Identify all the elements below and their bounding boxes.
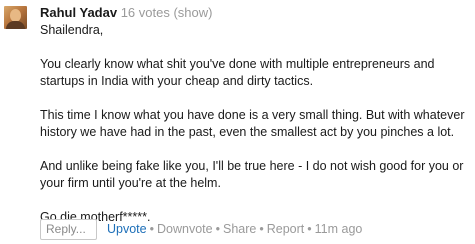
answer-header: Rahul Yadav 16 votes (show): [40, 5, 212, 21]
body-paragraph: And unlike being fake like you, I'll be …: [40, 159, 464, 190]
greeting: Shailendra,: [40, 23, 104, 37]
report-button[interactable]: Report: [267, 222, 305, 236]
downvote-button[interactable]: Downvote: [157, 222, 213, 236]
avatar-shoulders: [6, 21, 25, 29]
separator: •: [149, 222, 154, 236]
author-name[interactable]: Rahul Yadav: [40, 5, 117, 20]
separator: •: [307, 222, 312, 236]
author-avatar[interactable]: [4, 6, 27, 29]
vote-count[interactable]: 16 votes (show): [121, 5, 213, 20]
separator: •: [215, 222, 220, 236]
separator: •: [259, 222, 264, 236]
body-paragraph: You clearly know what shit you've done w…: [40, 57, 435, 88]
upvote-button[interactable]: Upvote: [107, 222, 147, 236]
action-bar: Reply... Upvote • Downvote • Share • Rep…: [40, 218, 362, 240]
reply-input[interactable]: Reply...: [40, 218, 97, 240]
answer-body: Shailendra, You clearly know what shit y…: [40, 22, 470, 226]
timestamp[interactable]: 11m ago: [315, 222, 363, 236]
share-button[interactable]: Share: [223, 222, 256, 236]
body-paragraph: This time I know what you have done is a…: [40, 108, 465, 139]
